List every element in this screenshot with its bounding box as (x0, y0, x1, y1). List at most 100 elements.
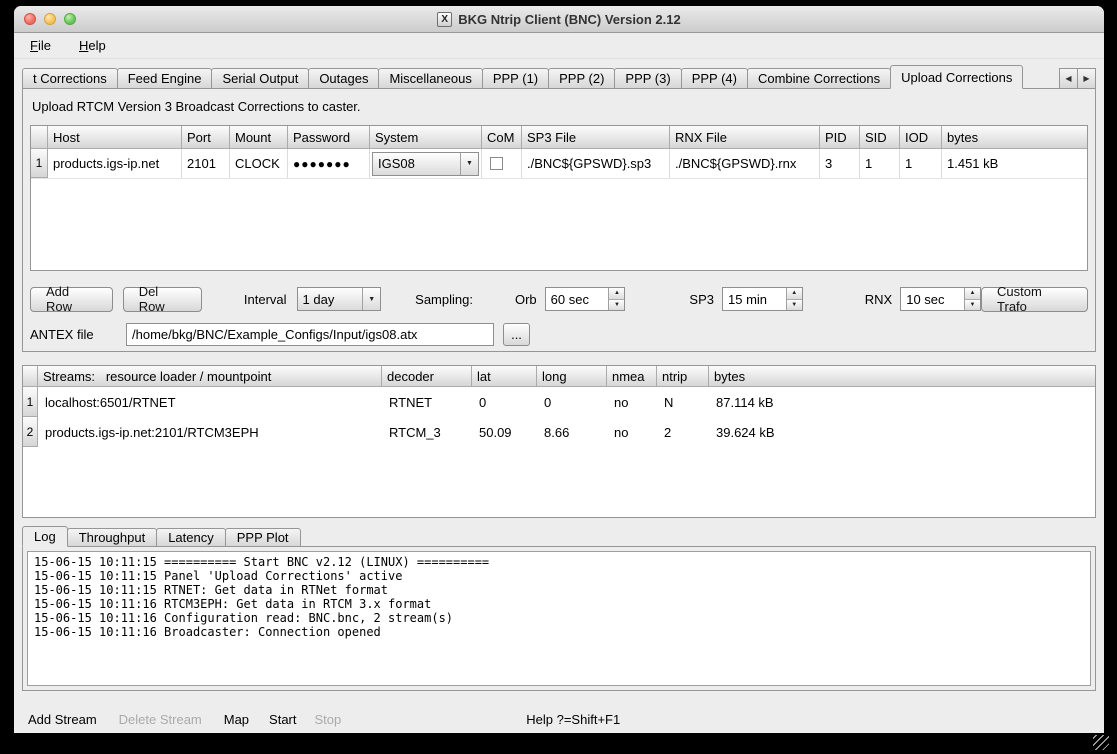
cell-mount[interactable]: CLOCK (230, 149, 288, 178)
close-button[interactable] (24, 13, 36, 25)
cell-iod[interactable]: 1 (900, 149, 942, 178)
cell-port[interactable]: 2101 (182, 149, 230, 178)
column-header-ntrip: ntrip (657, 366, 709, 386)
tab-miscellaneous[interactable]: Miscellaneous (378, 68, 482, 89)
spin-down-button[interactable]: ▼ (787, 300, 802, 311)
cell-sid[interactable]: 1 (860, 149, 900, 178)
cell-pid[interactable]: 3 (820, 149, 860, 178)
tab-combine-corrections[interactable]: Combine Corrections (747, 68, 891, 89)
main-area: t Corrections Feed Engine Serial Output … (14, 59, 1104, 733)
del-row-button[interactable]: Del Row (123, 287, 202, 312)
stream-row[interactable]: 1 localhost:6501/RTNET RTNET 0 0 no N 87… (23, 387, 1095, 417)
tab-ppp-1[interactable]: PPP (1) (482, 68, 549, 89)
cell-rnx-file[interactable]: ./BNC${GPSWD}.rnx (670, 149, 820, 178)
tab-bar: t Corrections Feed Engine Serial Output … (22, 65, 1096, 89)
resize-grip[interactable] (1093, 735, 1109, 750)
cell-ntrip: 2 (657, 417, 709, 447)
cell-com (482, 149, 522, 178)
add-row-button[interactable]: Add Row (30, 287, 113, 312)
cell-nmea: no (607, 417, 657, 447)
rnx-spinbox-value: 10 sec (901, 288, 964, 310)
add-stream-button[interactable]: Add Stream (28, 712, 97, 727)
antex-row: ANTEX file ... (30, 323, 1088, 346)
tab-scroll-left-button[interactable]: ◀ (1059, 68, 1078, 89)
spin-up-button[interactable]: ▲ (609, 288, 624, 300)
browse-button[interactable]: ... (503, 323, 530, 346)
tab-ppp-2[interactable]: PPP (2) (548, 68, 615, 89)
window-controls (24, 6, 76, 32)
spin-up-button[interactable]: ▲ (965, 288, 980, 300)
title-bar[interactable]: X BKG Ntrip Client (BNC) Version 2.12 (14, 6, 1104, 33)
tab-throughput[interactable]: Throughput (67, 528, 158, 547)
tab-scroll-buttons: ◀ ▶ (1060, 68, 1096, 89)
log-line: 15-06-15 10:11:15 ========== Start BNC v… (34, 555, 1084, 569)
system-select-value: IGS08 (373, 156, 460, 171)
row-number[interactable]: 1 (23, 387, 38, 417)
monitor-tab-bar: Log Throughput Latency PPP Plot (22, 526, 1096, 547)
column-header-rnx-file: RNX File (670, 126, 820, 148)
menu-file[interactable]: File (26, 36, 55, 55)
upload-controls-row: Add Row Del Row Interval 1 day ▼ Samplin… (30, 286, 1088, 312)
right-arrow-icon: ▶ (1083, 74, 1089, 83)
map-button[interactable]: Map (224, 712, 249, 727)
cell-bytes: 39.624 kB (709, 417, 1095, 447)
window-title: BKG Ntrip Client (BNC) Version 2.12 (458, 12, 680, 27)
cell-lat: 50.09 (472, 417, 537, 447)
orb-spinbox-value: 60 sec (546, 288, 609, 310)
column-header-iod: IOD (900, 126, 942, 148)
help-shortcut-label[interactable]: Help ?=Shift+F1 (526, 712, 620, 727)
custom-trafo-button[interactable]: Custom Trafo (981, 287, 1088, 312)
column-header-com: CoM (482, 126, 522, 148)
zoom-button[interactable] (64, 13, 76, 25)
cell-sp3-file[interactable]: ./BNC${GPSWD}.sp3 (522, 149, 670, 178)
tab-ppp-3[interactable]: PPP (3) (614, 68, 681, 89)
log-line: 15-06-15 10:11:16 RTCM3EPH: Get data in … (34, 597, 1084, 611)
tab-ppp-plot[interactable]: PPP Plot (225, 528, 301, 547)
stream-row[interactable]: 2 products.igs-ip.net:2101/RTCM3EPH RTCM… (23, 417, 1095, 447)
cell-long: 0 (537, 387, 607, 417)
rnx-spinbox[interactable]: 10 sec ▲ ▼ (900, 287, 981, 311)
start-button[interactable]: Start (269, 712, 296, 727)
panel-description: Upload RTCM Version 3 Broadcast Correcti… (30, 97, 1088, 125)
menu-help[interactable]: Help (75, 36, 110, 55)
column-header-sp3-file: SP3 File (522, 126, 670, 148)
log-line: 15-06-15 10:11:16 Broadcaster: Connectio… (34, 625, 1084, 639)
spin-down-button[interactable]: ▼ (609, 300, 624, 311)
tab-outages[interactable]: Outages (308, 68, 379, 89)
log-line: 15-06-15 10:11:15 Panel 'Upload Correcti… (34, 569, 1084, 583)
spin-up-button[interactable]: ▲ (787, 288, 802, 300)
cell-ntrip: N (657, 387, 709, 417)
minimize-button[interactable] (44, 13, 56, 25)
interval-select[interactable]: 1 day ▼ (297, 287, 382, 311)
tab-log[interactable]: Log (22, 526, 68, 547)
sp3-label: SP3 (689, 292, 714, 307)
column-header-lat: lat (472, 366, 537, 386)
system-select[interactable]: IGS08 ▼ (372, 152, 479, 176)
tab-serial-output[interactable]: Serial Output (211, 68, 309, 89)
cell-host[interactable]: products.igs-ip.net (48, 149, 182, 178)
column-header-mountpoint: Streams: resource loader / mountpoint (38, 366, 382, 386)
log-output[interactable]: 15-06-15 10:11:15 ========== Start BNC v… (27, 551, 1091, 686)
tab-corrections[interactable]: t Corrections (22, 68, 118, 89)
screen: { "window": { "title": "BKG Ntrip Client… (0, 0, 1117, 754)
tab-scroll-right-button[interactable]: ▶ (1077, 68, 1096, 89)
upload-table-row: 1 products.igs-ip.net 2101 CLOCK ●●●●●●●… (31, 149, 1087, 179)
row-number[interactable]: 2 (23, 417, 38, 447)
spinner-buttons: ▲ ▼ (964, 288, 980, 310)
sp3-spinbox[interactable]: 15 min ▲ ▼ (722, 287, 803, 311)
spin-down-button[interactable]: ▼ (965, 300, 980, 311)
antex-file-input[interactable] (126, 323, 494, 346)
com-checkbox[interactable] (490, 157, 503, 170)
interval-select-value: 1 day (298, 292, 363, 307)
delete-stream-button: Delete Stream (119, 712, 202, 727)
tab-feed-engine[interactable]: Feed Engine (117, 68, 213, 89)
chevron-down-icon: ▼ (362, 288, 380, 310)
cell-password[interactable]: ●●●●●●● (288, 149, 370, 178)
tab-ppp-4[interactable]: PPP (4) (681, 68, 748, 89)
tab-latency[interactable]: Latency (156, 528, 226, 547)
upload-table-header-row: Host Port Mount Password System CoM SP3 … (31, 126, 1087, 149)
streams-header-row: Streams: resource loader / mountpoint de… (23, 366, 1095, 387)
row-number[interactable]: 1 (31, 149, 48, 178)
orb-spinbox[interactable]: 60 sec ▲ ▼ (545, 287, 626, 311)
tab-upload-corrections[interactable]: Upload Corrections (890, 65, 1023, 89)
